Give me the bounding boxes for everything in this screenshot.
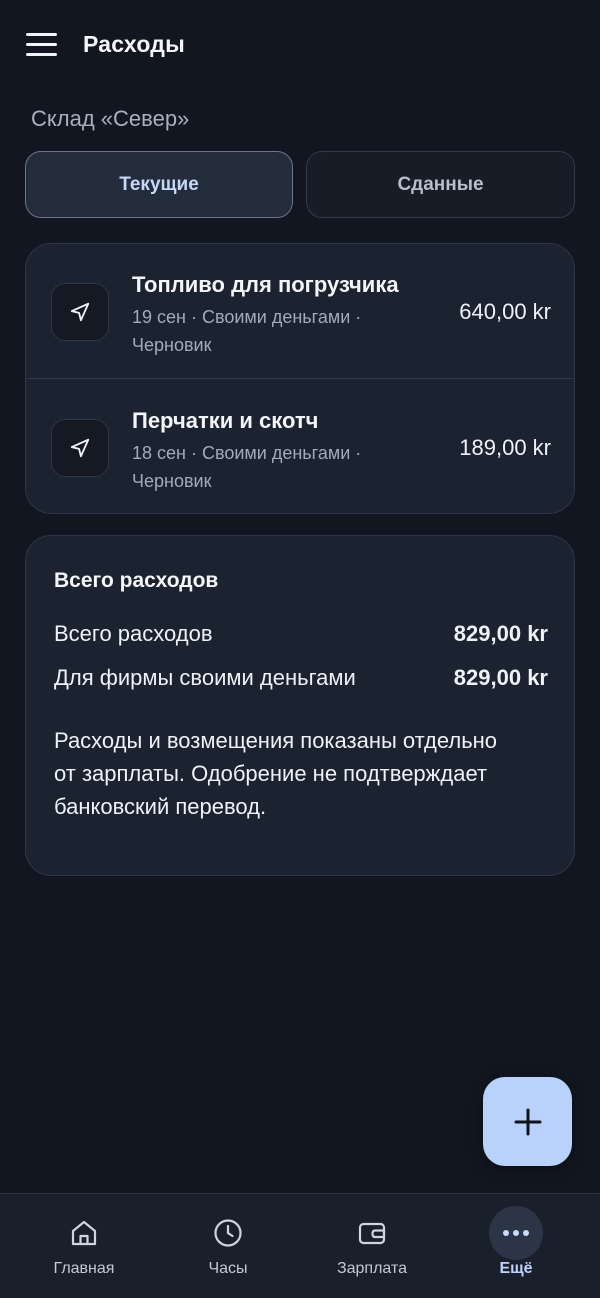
summary-line-label: Для фирмы своими деньгами xyxy=(54,665,356,690)
expense-title: Перчатки и скотч xyxy=(132,408,319,433)
app-header: Расходы xyxy=(0,0,600,92)
summary-line-company-own-money: Для фирмы своими деньгами 829,00 kr xyxy=(54,665,548,695)
nav-label: Зарплата xyxy=(336,1260,408,1277)
nav-label: Часы xyxy=(208,1260,248,1277)
expense-meta: 18 сен · Своими деньгами · Черновик xyxy=(132,443,362,491)
summary-card: Всего расходов Всего расходов 829,00 kr … xyxy=(25,535,575,876)
nav-label: Главная xyxy=(53,1260,115,1277)
summary-line-label: Всего расходов xyxy=(54,621,213,646)
send-arrow-icon xyxy=(51,419,109,477)
expense-row[interactable]: Перчатки и скотч 18 сен · Своими деньгам… xyxy=(26,380,574,513)
expense-meta: 19 сен · Своими деньгами · Черновик xyxy=(132,307,362,355)
send-arrow-icon xyxy=(51,283,109,341)
expense-title: Топливо для погрузчика xyxy=(132,272,399,297)
plus-icon xyxy=(514,1108,541,1135)
hamburger-menu-icon[interactable] xyxy=(24,30,60,60)
tab-submitted[interactable]: Сданные xyxy=(306,151,575,218)
expense-row[interactable]: Топливо для погрузчика 19 сен · Своими д… xyxy=(26,244,574,379)
expenses-screen: Расходы Склад «Север» Текущие Сданные То… xyxy=(0,0,600,1298)
wallet-icon xyxy=(355,1216,389,1250)
summary-note: Расходы и возмещения показаны отдельно о… xyxy=(54,728,498,819)
nav-item-more[interactable]: Ещё xyxy=(446,1194,586,1298)
summary-title: Всего расходов xyxy=(54,569,219,592)
expense-amount: 189,00 kr xyxy=(459,435,551,460)
clock-icon xyxy=(211,1216,245,1250)
warehouse-name: Склад «Север» xyxy=(31,106,190,131)
page-title: Расходы xyxy=(83,31,185,57)
more-dots-icon xyxy=(499,1216,533,1250)
summary-line-value: 829,00 kr xyxy=(453,665,548,690)
home-icon xyxy=(67,1216,101,1250)
expense-list: Топливо для погрузчика 19 сен · Своими д… xyxy=(25,243,575,514)
bottom-nav: Главная Часы Зарплата Ещё xyxy=(0,1193,600,1298)
nav-item-home[interactable]: Главная xyxy=(14,1194,154,1298)
nav-label: Ещё xyxy=(499,1260,533,1277)
add-expense-button[interactable] xyxy=(483,1077,572,1166)
tab-current[interactable]: Текущие xyxy=(25,151,293,218)
summary-line-value: 829,00 kr xyxy=(453,621,548,646)
expense-amount: 640,00 kr xyxy=(459,299,551,324)
nav-item-salary[interactable]: Зарплата xyxy=(302,1194,442,1298)
nav-item-clock[interactable]: Часы xyxy=(158,1194,298,1298)
summary-line-total: Всего расходов 829,00 kr xyxy=(54,621,548,651)
